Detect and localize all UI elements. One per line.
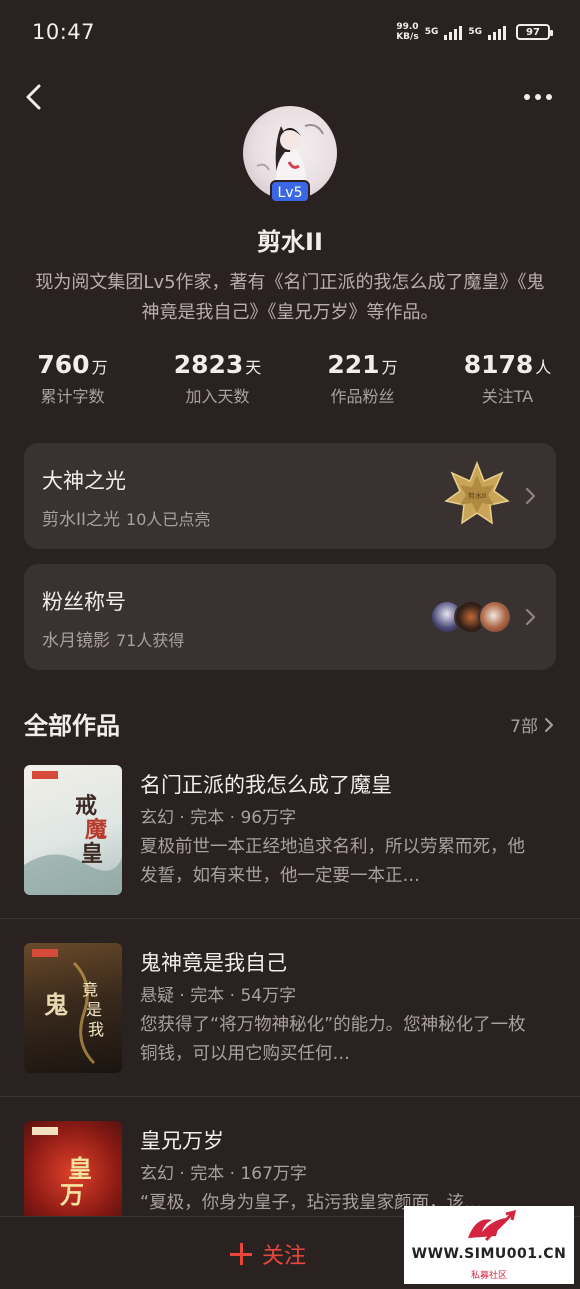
network-type-2: 5G — [468, 27, 482, 37]
glory-title: 大神之光 — [42, 469, 126, 493]
plus-icon — [230, 1243, 252, 1265]
status-bar: 10:47 99.0 KB/s 5G 5G 97 — [0, 0, 580, 68]
signal-icon-2 — [488, 24, 506, 40]
svg-text:鬼: 鬼 — [44, 990, 68, 1019]
fan-title-subtitle: 水月镜影 71人获得 — [42, 631, 185, 651]
book-item[interactable]: 鬼 竟 是 我 鬼神竟是我自己 悬疑 · 完本 · 54万字 您获得了“将万物神… — [0, 943, 580, 1121]
stat-days-joined: 2823 天 加入天数 — [173, 350, 262, 406]
book-cover: 鬼 竟 是 我 — [24, 943, 122, 1073]
fan-avatar — [478, 600, 512, 634]
svg-text:是: 是 — [86, 1000, 102, 1019]
svg-text:我: 我 — [88, 1020, 104, 1039]
works-section-title: 全部作品 — [24, 712, 120, 740]
book-description: 您获得了“将万物神秘化”的能力。您神秘化了一枚铜钱，可以用它购买任何… — [140, 1015, 526, 1064]
book-cover: 戒 魔 皇 — [24, 765, 122, 895]
chevron-right-icon — [545, 717, 553, 732]
book-description: 夏极前世一本正经地追求名利，所以劳累而死，他发誓，如有来世，他一定要一本正… — [140, 837, 525, 886]
author-stats: 760 万 累计字数 2823 天 加入天数 221 万 作品粉丝 8178 人 关注T… — [0, 350, 580, 407]
author-bio: 现为阅文集团Lv5作家，著有《名门正派的我怎么成了魔皇》《鬼神竟是我自己》《皇兄… — [35, 272, 545, 323]
book-item[interactable]: 戒 魔 皇 名门正派的我怎么成了魔皇 玄幻 · 完本 · 96万字 夏极前世一本… — [0, 765, 580, 943]
signal-icon-1 — [444, 24, 463, 40]
stat-followers[interactable]: 8178 人 关注TA — [435, 350, 580, 407]
battery-icon: 97 — [516, 24, 553, 40]
stat-total-words: 760 万 累计字数 — [37, 350, 108, 406]
book-title: 皇兄万岁 — [140, 1129, 224, 1153]
more-dots-icon — [524, 94, 530, 100]
works-count-link[interactable]: 7部 — [510, 712, 554, 737]
network-type-1: 5G — [424, 27, 439, 37]
watermark-name: 私募社区 — [470, 1271, 507, 1281]
fan-title-card[interactable]: 粉丝称号 水月镜影 71人获得 — [24, 564, 556, 670]
svg-text:竟: 竟 — [82, 980, 98, 999]
watermark-logo — [468, 1210, 517, 1242]
fan-avatar-group — [430, 600, 514, 634]
svg-text:戒: 戒 — [75, 793, 97, 819]
fan-title-heading: 粉丝称号 — [42, 590, 126, 614]
chevron-left-icon — [26, 84, 41, 110]
watermark-url: WWW.SIMU001.CN — [411, 1246, 567, 1262]
book-title: 鬼神竟是我自己 — [140, 951, 287, 975]
svg-text:皇: 皇 — [81, 841, 103, 867]
level-badge: Lv5 — [270, 180, 310, 203]
stat-fans: 221 万 作品粉丝 — [327, 350, 398, 406]
glory-card[interactable]: 大神之光 剪水II之光 10人已点亮 剪水II — [24, 443, 556, 549]
svg-text:皇: 皇 — [68, 1154, 92, 1183]
divider — [0, 918, 580, 919]
svg-text:剪水II: 剪水II — [468, 491, 486, 500]
book-meta: 悬疑 · 完本 · 54万字 — [140, 986, 297, 1006]
chevron-right-icon — [525, 487, 536, 505]
more-options-button[interactable] — [524, 90, 556, 104]
book-meta: 玄幻 · 完本 · 96万字 — [140, 808, 297, 828]
author-name: 剪水II — [257, 228, 323, 256]
glory-subtitle: 剪水II之光 10人已点亮 — [42, 510, 211, 530]
book-title: 名门正派的我怎么成了魔皇 — [140, 773, 392, 797]
medal-icon: 剪水II — [444, 461, 510, 525]
network-speed: 99.0 KB/s — [396, 22, 419, 42]
book-meta: 玄幻 · 完本 · 167万字 — [140, 1164, 307, 1184]
back-button[interactable] — [22, 82, 48, 112]
svg-text:万: 万 — [60, 1180, 84, 1209]
status-time: 10:47 — [32, 20, 96, 44]
chevron-right-icon — [525, 608, 536, 626]
svg-text:魔: 魔 — [85, 817, 107, 843]
watermark: WWW.SIMU001.CN 私募社区 — [404, 1206, 574, 1284]
status-icons: 99.0 KB/s 5G 5G 97 — [396, 22, 553, 42]
follow-button[interactable]: 关注 — [230, 1237, 306, 1271]
divider — [0, 1096, 580, 1097]
